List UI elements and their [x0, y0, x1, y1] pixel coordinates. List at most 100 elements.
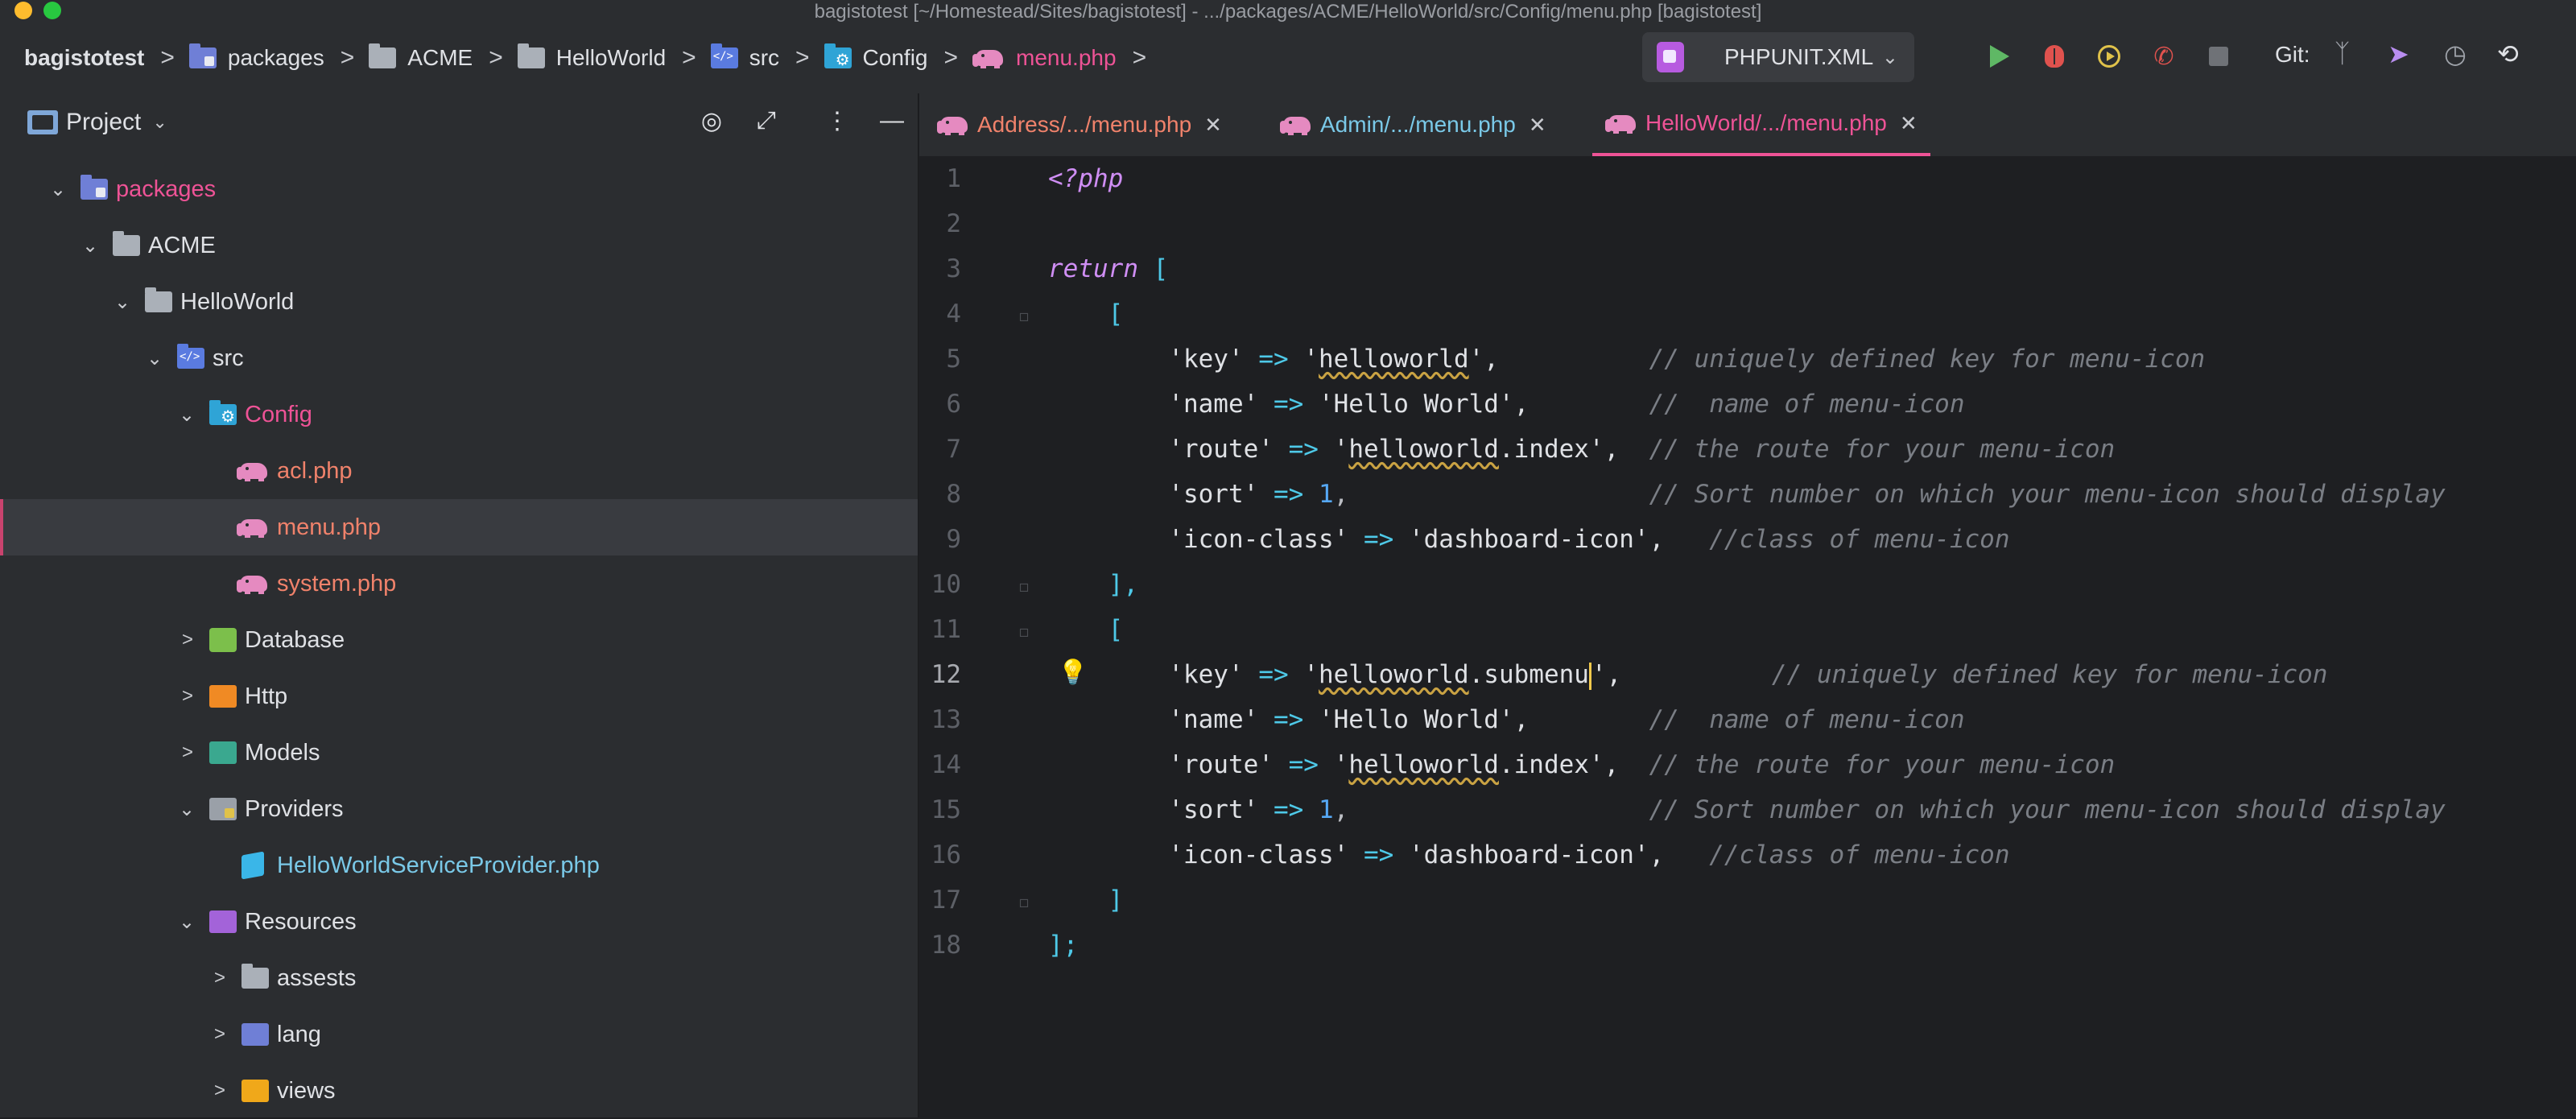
chevron-down-icon[interactable]: ⌄	[179, 403, 195, 427]
tree-item-config[interactable]: ⌄ Config	[0, 386, 918, 443]
code-line-14: 'route' => 'helloworld.index', // the ro…	[1048, 750, 2115, 779]
tree-item-views[interactable]: > views	[0, 1063, 918, 1119]
history-icon[interactable]: ◷	[2444, 39, 2467, 69]
close-icon[interactable]: ✕	[1529, 113, 1546, 138]
breadcrumb-label: bagistotest	[24, 45, 145, 70]
breadcrumb: bagistotest > packages > ACME > HelloWor…	[0, 23, 1161, 93]
chevron-down-icon[interactable]: ⌄	[82, 234, 98, 258]
line-number: 13	[931, 705, 961, 734]
tree-item-menu-php[interactable]: menu.php	[0, 499, 918, 555]
breadcrumb-item-helloworld[interactable]: HelloWorld	[517, 43, 666, 71]
run-button[interactable]	[1984, 40, 2016, 72]
code-editor[interactable]: 1 2 3 4 5 6 7 8 9 10 11 12 13 14 15 16 1…	[919, 156, 2576, 1117]
tab-address-menu-php[interactable]: Address/.../menu.php ✕	[937, 93, 1222, 156]
chevron-right-icon[interactable]: >	[182, 741, 193, 764]
tree-item-acl-php[interactable]: acl.php	[0, 443, 918, 499]
tree-item-providers[interactable]: ⌄ Providers	[0, 781, 918, 837]
line-number: 17	[931, 886, 961, 915]
tree-item-label: Database	[245, 626, 345, 653]
code-line-12: 'key' => 'helloworld.submenu', // unique…	[1048, 660, 2327, 690]
chevron-down-icon[interactable]: ⌄	[50, 178, 66, 201]
tree-item-label: assests	[277, 964, 357, 991]
chevron-right-icon[interactable]: >	[214, 967, 225, 989]
code-line-9: 'icon-class' => 'dashboard-icon', //clas…	[1048, 525, 2009, 554]
git-branch-icon[interactable]: ᛉ	[2334, 39, 2350, 68]
chevron-right-icon[interactable]: >	[214, 1080, 225, 1102]
tree-item-helloworld[interactable]: ⌄ HelloWorld	[0, 274, 918, 330]
chevron-right-icon[interactable]: >	[182, 629, 193, 651]
listen-debug-connections-button[interactable]: ✆	[2148, 40, 2180, 72]
breadcrumb-item-menu-php[interactable]: menu.php	[972, 45, 1117, 71]
folder-icon	[242, 964, 269, 989]
line-number: 18	[931, 931, 961, 960]
git-push-icon[interactable]: ➤	[2388, 39, 2409, 69]
navigation-bar: bagistotest > packages > ACME > HelloWor…	[0, 23, 2576, 93]
tab-admin-menu-php[interactable]: Admin/.../menu.php ✕	[1280, 93, 1546, 156]
tree-item-packages[interactable]: ⌄ packages	[0, 161, 918, 217]
string: '	[1303, 345, 1319, 374]
run-configuration-dropdown[interactable]: PHPUNIT.XML ⌄	[1642, 32, 1914, 82]
string: .index',	[1498, 750, 1620, 779]
tab-helloworld-menu-php[interactable]: HelloWorld/.../menu.php ✕	[1592, 93, 1930, 156]
operator: =>	[1273, 390, 1304, 419]
string: .index',	[1498, 435, 1620, 464]
tree-item-models[interactable]: > Models	[0, 725, 918, 781]
chevron-right-icon[interactable]: >	[214, 1023, 225, 1046]
rollback-icon[interactable]: ⟲	[2497, 39, 2519, 69]
tree-item-src[interactable]: ⌄ src	[0, 330, 918, 386]
fold-marker-icon[interactable]: ◻	[1019, 892, 1029, 911]
operator: =>	[1273, 795, 1304, 824]
tree-item-http[interactable]: > Http	[0, 668, 918, 725]
bracket: [	[1108, 615, 1124, 644]
bug-icon	[2045, 45, 2064, 68]
config-folder-icon	[209, 400, 237, 427]
string: ',	[1468, 345, 1499, 374]
close-icon[interactable]: ✕	[1204, 113, 1222, 138]
breadcrumb-item-src[interactable]: src	[710, 43, 779, 71]
window-title: bagistotest [~/Homestead/Sites/bagistote…	[814, 1, 1762, 23]
locate-file-icon[interactable]: ◎	[696, 105, 728, 137]
string: 'name'	[1168, 390, 1259, 419]
package-folder-icon	[188, 43, 217, 68]
chevron-right-icon: >	[1132, 44, 1147, 71]
php-elephant-icon	[972, 47, 1005, 68]
tree-item-acme[interactable]: ⌄ ACME	[0, 217, 918, 274]
tree-item-database[interactable]: > Database	[0, 612, 918, 668]
breadcrumb-item-acme[interactable]: ACME	[369, 43, 473, 71]
operator: =>	[1273, 480, 1304, 509]
tree-item-service-provider[interactable]: HelloWorldServiceProvider.php	[0, 837, 918, 894]
breadcrumb-item-config[interactable]: Config	[824, 43, 927, 71]
collapse-all-icon[interactable]: ⤢	[750, 105, 782, 137]
fold-marker-icon[interactable]: ◻	[1019, 576, 1029, 596]
stop-icon	[2209, 47, 2228, 66]
tree-item-assests[interactable]: > assests	[0, 950, 918, 1006]
chevron-down-icon[interactable]: ⌄	[147, 347, 163, 370]
comment: // uniquely defined key for menu-icon	[1649, 345, 2206, 374]
chevron-down-icon[interactable]: ⌄	[179, 910, 195, 934]
project-icon	[27, 110, 58, 134]
tree-item-resources[interactable]: ⌄ Resources	[0, 894, 918, 950]
tree-item-system-php[interactable]: system.php	[0, 555, 918, 612]
more-options-icon[interactable]: ⋮	[821, 105, 853, 137]
chevron-right-icon: >	[340, 44, 355, 71]
chevron-down-icon[interactable]: ⌄	[152, 112, 167, 133]
chevron-down-icon[interactable]: ⌄	[114, 291, 130, 314]
breadcrumb-label: ACME	[407, 45, 473, 70]
breadcrumb-item-project[interactable]: bagistotest	[24, 45, 144, 71]
chevron-right-icon[interactable]: >	[182, 685, 193, 708]
debug-button[interactable]	[2038, 40, 2070, 72]
close-icon[interactable]: ✕	[1900, 111, 1918, 136]
fold-marker-icon[interactable]: ◻	[1019, 621, 1029, 641]
stop-button[interactable]	[2202, 40, 2235, 72]
chevron-down-icon[interactable]: ⌄	[179, 798, 195, 821]
run-with-coverage-button[interactable]	[2093, 40, 2125, 72]
chevron-down-icon: ⌄	[1881, 46, 1898, 68]
folder-icon	[517, 43, 545, 68]
tree-item-lang[interactable]: > lang	[0, 1006, 918, 1063]
code-line-13: 'name' => 'Hello World', // name of menu…	[1048, 705, 1964, 734]
http-folder-icon	[209, 685, 237, 708]
breadcrumb-item-packages[interactable]: packages	[188, 43, 324, 71]
hide-panel-icon[interactable]: —	[876, 105, 908, 137]
project-view-selector[interactable]: Project	[66, 109, 141, 136]
fold-marker-icon[interactable]: ◻	[1019, 306, 1029, 325]
